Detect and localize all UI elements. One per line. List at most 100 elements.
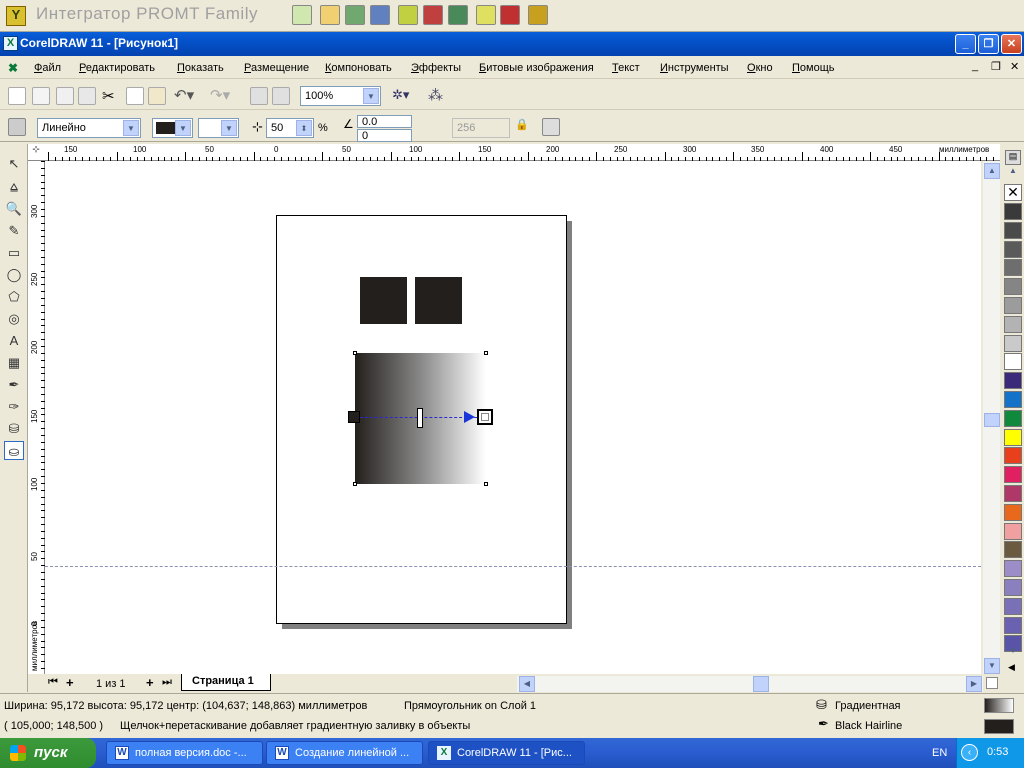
angle-field[interactable]: 0.0	[357, 115, 412, 128]
black-square-right[interactable]	[415, 277, 462, 324]
text-tool-icon[interactable]: A	[4, 331, 24, 350]
scroll-left-button[interactable]: ◀	[519, 676, 535, 692]
restore-button[interactable]: ❐	[978, 34, 999, 54]
palette-swatch[interactable]	[1004, 372, 1022, 390]
menu-file[interactable]: Файл	[34, 62, 61, 74]
horizontal-scrollbar[interactable]: ◀ ▶	[517, 676, 983, 692]
lock-icon[interactable]: 🔒	[515, 118, 529, 131]
spiral-tool-icon[interactable]: ◎	[4, 309, 24, 328]
menu-bitmaps[interactable]: Битовые изображения	[479, 62, 594, 74]
add-page-before-button[interactable]: +	[66, 675, 74, 690]
first-page-button[interactable]: ⏮	[48, 676, 58, 689]
promt-settings-icon[interactable]	[528, 5, 548, 25]
selection-handle[interactable]	[353, 351, 357, 355]
palette-swatch[interactable]	[1004, 221, 1022, 239]
doc-close-button[interactable]: ✕	[1010, 60, 1019, 73]
corel-online-icon[interactable]: ⁂	[428, 86, 443, 104]
ellipse-tool-icon[interactable]: ◯	[4, 265, 24, 284]
promt-translate-icon[interactable]	[292, 5, 312, 25]
promt-open-icon[interactable]	[320, 5, 340, 25]
zoom-tool-icon[interactable]: 🔍	[4, 199, 24, 218]
palette-swatch[interactable]	[1004, 391, 1022, 408]
palette-swatch[interactable]	[1004, 522, 1022, 540]
selection-handle[interactable]	[484, 351, 488, 355]
promt-logo-icon[interactable]: Y	[6, 6, 26, 26]
minimize-button[interactable]: _	[955, 34, 976, 54]
polygon-tool-icon[interactable]: ⬠	[4, 287, 24, 306]
promt-dictionary-icon[interactable]	[500, 5, 520, 25]
close-button[interactable]: ✕	[1001, 34, 1022, 54]
palette-swatch[interactable]	[1004, 334, 1022, 352]
copy-fill-icon[interactable]	[542, 118, 560, 136]
promt-web-icon[interactable]	[370, 5, 390, 25]
fill-type-select[interactable]: Линейно ▼	[37, 118, 141, 138]
palette-swatch[interactable]	[1004, 297, 1022, 314]
vertical-ruler[interactable]: 300 250 200 150 100 50 0 миллиметров	[28, 161, 45, 674]
interactive-fill-icon[interactable]	[8, 118, 26, 136]
vertical-scrollbar[interactable]: ▲ ▼	[983, 161, 1000, 674]
midpoint-field[interactable]: 50 ⬍	[266, 118, 314, 138]
promt-book-icon[interactable]	[423, 5, 443, 25]
palette-swatch[interactable]	[1004, 203, 1022, 220]
palette-scroll-down[interactable]: ▼	[1004, 646, 1022, 658]
scroll-up-button[interactable]: ▲	[984, 163, 1000, 179]
cut-icon[interactable]: ✂	[102, 87, 115, 105]
promt-globe-icon[interactable]	[345, 5, 365, 25]
eyedropper-tool-icon[interactable]: ✒	[4, 375, 24, 394]
last-page-button[interactable]: ⏭	[162, 676, 172, 689]
promt-world-icon[interactable]	[448, 5, 468, 25]
end-color-select[interactable]: ▼	[198, 118, 239, 138]
doc-restore-button[interactable]: ❐	[991, 60, 1001, 73]
export-icon[interactable]	[272, 87, 290, 105]
menu-tools[interactable]: Инструменты	[660, 62, 729, 74]
menu-arrange[interactable]: Компоновать	[325, 62, 392, 74]
menu-text[interactable]: Текст	[612, 62, 640, 74]
task-word-linear[interactable]: W Создание линейной ...	[266, 741, 423, 765]
palette-swatch[interactable]	[1004, 560, 1022, 578]
black-square-left[interactable]	[360, 277, 407, 324]
copy-icon[interactable]	[126, 87, 144, 105]
doc-icon[interactable]: ✖	[8, 61, 22, 75]
palette-swatch[interactable]	[1004, 278, 1022, 296]
new-icon[interactable]	[8, 87, 26, 105]
task-word-doc[interactable]: W полная версия.doc -...	[106, 741, 263, 765]
palette-swatch[interactable]	[1004, 485, 1022, 502]
scroll-thumb-h[interactable]	[753, 676, 769, 692]
palette-flyout-icon[interactable]: ◀	[1008, 662, 1015, 673]
start-button[interactable]: пуск	[0, 738, 96, 768]
menu-window[interactable]: Окно	[747, 62, 773, 74]
menu-layout[interactable]: Размещение	[244, 62, 309, 74]
palette-swatch[interactable]	[1004, 597, 1022, 615]
palette-options-icon[interactable]: ▤	[1005, 150, 1021, 165]
application-launcher-icon[interactable]: ✲▾	[392, 87, 409, 103]
drawing-canvas[interactable]	[45, 161, 981, 674]
palette-swatch[interactable]	[1004, 541, 1022, 559]
palette-swatch[interactable]	[1004, 259, 1022, 277]
undo-icon[interactable]: ↶▾	[174, 86, 194, 104]
scroll-right-button[interactable]: ▶	[966, 676, 982, 692]
palette-swatch[interactable]	[1004, 503, 1022, 521]
paste-icon[interactable]	[148, 87, 166, 105]
selection-handle[interactable]	[484, 482, 488, 486]
task-coreldraw[interactable]: X CorelDRAW 11 - [Рис...	[428, 741, 585, 765]
doc-minimize-button[interactable]: _	[972, 60, 978, 72]
fill-preview-swatch[interactable]	[984, 698, 1014, 713]
gradient-start-handle[interactable]	[348, 411, 360, 423]
start-color-select[interactable]: ▼	[152, 118, 193, 138]
palette-swatch[interactable]	[1004, 466, 1022, 484]
interactive-fill-tool-icon[interactable]: ⛀	[4, 441, 24, 460]
horizontal-ruler[interactable]: 150 100 50 0 50 100 150 200 250 300 350 …	[44, 144, 1000, 161]
tray-expand-icon[interactable]: ‹	[961, 744, 978, 761]
save-icon[interactable]	[56, 87, 74, 105]
guideline[interactable]	[45, 566, 981, 567]
freehand-tool-icon[interactable]: ✎	[4, 221, 24, 240]
open-icon[interactable]	[32, 87, 50, 105]
import-icon[interactable]	[250, 87, 268, 105]
scroll-thumb[interactable]	[984, 413, 1000, 427]
shape-tool-icon[interactable]: ⩠	[4, 177, 24, 196]
promt-user-icon[interactable]	[476, 5, 496, 25]
palette-swatch[interactable]	[1004, 616, 1022, 634]
palette-swatch[interactable]	[1004, 409, 1022, 427]
ruler-corner[interactable]: ⊹	[28, 144, 45, 161]
redo-icon[interactable]: ↷▾	[210, 86, 230, 104]
